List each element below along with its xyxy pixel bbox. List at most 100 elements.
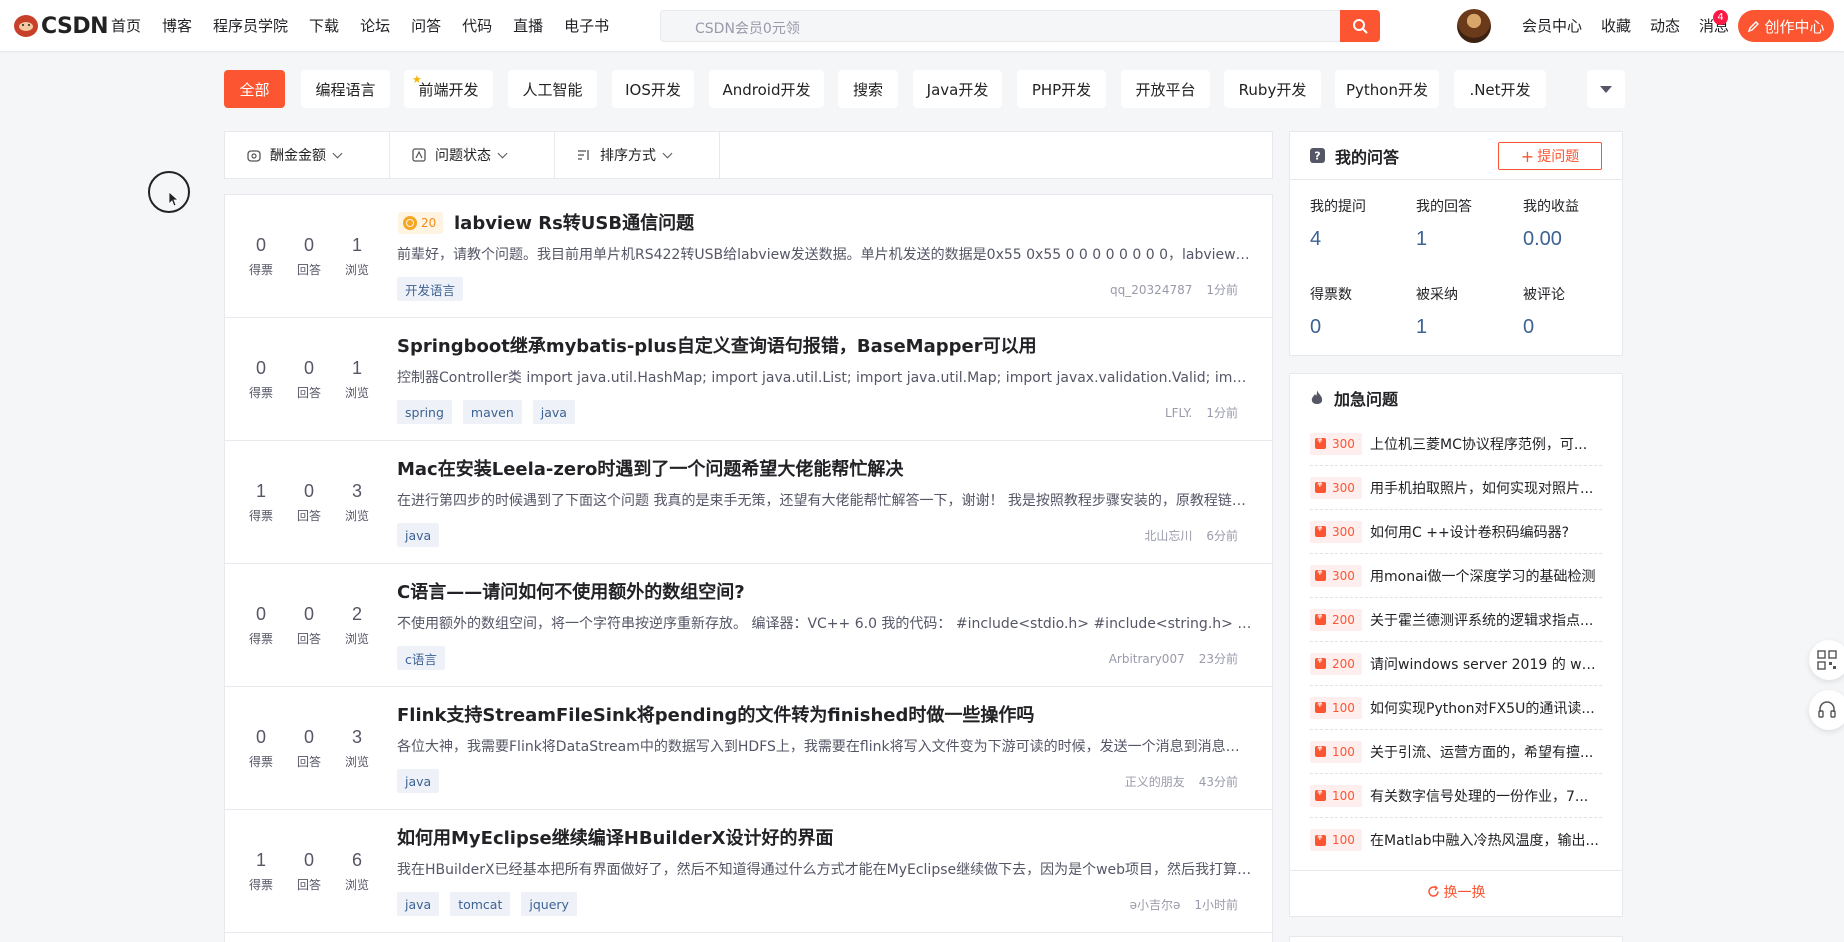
category-ai[interactable]: 人工智能	[508, 70, 597, 108]
nav-vip-center[interactable]: 会员中心	[1522, 15, 1582, 36]
stat-commented[interactable]: 被评论 0	[1523, 284, 1623, 339]
tag[interactable]: spring	[397, 400, 452, 424]
category-python[interactable]: Python开发	[1335, 70, 1439, 108]
question-title[interactable]: Flink支持StreamFileSink将pending的文件转为finish…	[397, 701, 1034, 727]
author-name[interactable]: LFLY.	[1165, 406, 1192, 420]
tag[interactable]: c语言	[397, 646, 445, 670]
filter-sort-order[interactable]: 排序方式	[555, 132, 720, 178]
tag[interactable]: java	[397, 769, 440, 793]
question-desc[interactable]: 在进行第四步的时候遇到了下面这个问题 我真的是束手无策，还望有大佬能帮忙解答一下…	[397, 490, 1253, 510]
nav-download[interactable]: 下载	[309, 15, 339, 36]
tag[interactable]: 开发语言	[397, 277, 464, 301]
search-input[interactable]: CSDN会员0元领	[695, 18, 800, 38]
urgent-item[interactable]: 300 用monai做一个深度学习的基础检测	[1310, 554, 1602, 598]
category-ruby[interactable]: Ruby开发	[1224, 70, 1321, 108]
question-row[interactable]: 0 得票 0 回答 2 浏览 C语言——请问如何不使用额外的数组空间? 不使用额外的数…	[225, 564, 1272, 687]
author-name[interactable]: qq_20324787	[1110, 283, 1192, 297]
question-desc[interactable]: 控制器Controller类 import java.util.HashMap;…	[397, 367, 1253, 387]
category-frontend[interactable]: ★ 前端开发	[404, 70, 493, 108]
tag[interactable]: jquery	[521, 892, 577, 916]
urgent-item[interactable]: 100 如何实现Python对FX5U的通讯读...	[1310, 686, 1602, 730]
urgent-item[interactable]: 200 关于霍兰德测评系统的逻辑求指点...	[1310, 598, 1602, 642]
author-name[interactable]: 北山忘川	[1144, 529, 1192, 543]
question-title[interactable]: Mac在安装Leela-zero时遇到了一个问题希望大佬能帮忙解决	[397, 455, 903, 481]
category-search[interactable]: 搜索	[838, 70, 898, 108]
customer-service-tool[interactable]	[1809, 690, 1844, 730]
question-title[interactable]: labview Rs转USB通信问题	[454, 209, 694, 235]
question-title[interactable]: Springboot继承mybatis-plus自定义查询语句报错，BaseMa…	[397, 332, 1037, 358]
nav-forum[interactable]: 论坛	[360, 15, 390, 36]
stat-my-answers[interactable]: 我的回答 1	[1416, 196, 1516, 251]
stat-accepted[interactable]: 被采纳 1	[1416, 284, 1516, 339]
tag[interactable]: java	[397, 892, 440, 916]
category-open-platform[interactable]: 开放平台	[1121, 70, 1210, 108]
urgent-item-title[interactable]: 用手机拍取照片，如何实现对照片...	[1370, 478, 1593, 498]
stat-votes-received[interactable]: 得票数 0	[1310, 284, 1410, 339]
qr-code-tool[interactable]	[1809, 640, 1844, 680]
urgent-item[interactable]: 100 在Matlab中融入冷热风温度，输出...	[1310, 818, 1602, 862]
tag[interactable]: maven	[462, 400, 522, 424]
stat-my-questions[interactable]: 我的提问 4	[1310, 196, 1410, 251]
urgent-item-title[interactable]: 关于引流、运营方面的，希望有擅...	[1370, 742, 1593, 762]
urgent-item[interactable]: 100 有关数字信号处理的一份作业，7...	[1310, 774, 1602, 818]
category-programming[interactable]: 编程语言	[301, 70, 390, 108]
question-row[interactable]: 0 得票 0 回答 1 浏览 20 labview Rs转USB通信问题 前辈好，请教…	[225, 195, 1272, 318]
nav-ebook[interactable]: 电子书	[564, 15, 609, 36]
urgent-item-title[interactable]: 在Matlab中融入冷热风温度，输出...	[1370, 830, 1599, 850]
category-all[interactable]: 全部	[224, 70, 285, 108]
filter-reward-amount[interactable]: 酬金金额	[225, 132, 390, 178]
urgent-item-title[interactable]: 有关数字信号处理的一份作业，7...	[1370, 786, 1588, 806]
refresh-button[interactable]: 换一换	[1290, 870, 1622, 912]
urgent-item-title[interactable]: 如何用C ++设计卷积码编码器?	[1370, 522, 1569, 542]
nav-live[interactable]: 直播	[513, 15, 543, 36]
category-dotnet[interactable]: .Net开发	[1454, 70, 1546, 108]
bounty-badge: 300	[1310, 476, 1362, 499]
category-more-dropdown[interactable]	[1587, 70, 1625, 108]
urgent-item-title[interactable]: 关于霍兰德测评系统的逻辑求指点...	[1370, 610, 1593, 630]
question-desc[interactable]: 我在HBuilderX已经基本把所有界面做好了，然后不知道得通过什么方式才能在M…	[397, 859, 1253, 879]
stat-my-earnings[interactable]: 我的收益 0.00	[1523, 196, 1623, 251]
nav-blog[interactable]: 博客	[162, 15, 192, 36]
question-desc[interactable]: 前辈好，请教个问题。我目前用单片机RS422转USB给labview发送数据。单…	[397, 244, 1253, 264]
urgent-item[interactable]: 300 用手机拍取照片，如何实现对照片...	[1310, 466, 1602, 510]
category-android[interactable]: Android开发	[709, 70, 824, 108]
csdn-logo[interactable]: CSDN	[14, 14, 109, 39]
question-title[interactable]: 如何用MyEclipse继续编译HBuilderX设计好的界面	[397, 824, 834, 850]
urgent-item-title[interactable]: 上位机三菱MC协议程序范例，可...	[1370, 434, 1587, 454]
urgent-item[interactable]: 300 如何用C ++设计卷积码编码器?	[1310, 510, 1602, 554]
urgent-item[interactable]: 100 关于引流、运营方面的，希望有擅...	[1310, 730, 1602, 774]
author-name[interactable]: Arbitrary007	[1109, 652, 1185, 666]
nav-favorites[interactable]: 收藏	[1601, 15, 1631, 36]
question-row[interactable]: 1 得票 0 回答 6 浏览 如何用MyEclipse继续编译HBuilderX设计好…	[225, 810, 1272, 933]
urgent-item[interactable]: 300 上位机三菱MC协议程序范例，可...	[1310, 422, 1602, 466]
ask-question-button[interactable]: + 提问题	[1498, 142, 1602, 170]
nav-academy[interactable]: 程序员学院	[213, 15, 288, 36]
search-box[interactable]: CSDN会员0元领	[660, 10, 1380, 42]
tag[interactable]: java	[397, 523, 440, 547]
nav-code[interactable]: 代码	[462, 15, 492, 36]
create-center-button[interactable]: 创作中心	[1738, 10, 1834, 42]
author-name[interactable]: ə小吉尔ə	[1130, 898, 1181, 912]
urgent-item[interactable]: 200 请问windows server 2019 的 web...	[1310, 642, 1602, 686]
nav-activity[interactable]: 动态	[1650, 15, 1680, 36]
category-php[interactable]: PHP开发	[1017, 70, 1106, 108]
tag[interactable]: tomcat	[450, 892, 511, 916]
filter-question-status[interactable]: 问题状态	[390, 132, 555, 178]
question-desc[interactable]: 各位大神，我需要Flink将DataStream中的数据写入到HDFS上，我需要…	[397, 736, 1253, 756]
question-title[interactable]: C语言——请问如何不使用额外的数组空间?	[397, 578, 745, 604]
question-row[interactable]: 1 得票 0 回答 3 浏览 Mac在安装Leela-zero时遇到了一个问题希望大佬…	[225, 441, 1272, 564]
nav-home[interactable]: 首页	[111, 15, 141, 36]
user-avatar[interactable]	[1457, 9, 1491, 43]
nav-qa[interactable]: 问答	[411, 15, 441, 36]
question-row[interactable]: 0 得票 0 回答 3 浏览 Flink支持StreamFileSink将pendin…	[225, 687, 1272, 810]
urgent-item-title[interactable]: 如何实现Python对FX5U的通讯读...	[1370, 698, 1595, 718]
author-name[interactable]: 正义的朋友	[1125, 775, 1185, 789]
question-desc[interactable]: 不使用额外的数组空间，将一个字符串按逆序重新存放。 编译器：VC++ 6.0 我…	[397, 613, 1253, 633]
search-button[interactable]	[1340, 10, 1380, 42]
tag[interactable]: java	[532, 400, 575, 424]
urgent-item-title[interactable]: 请问windows server 2019 的 web...	[1370, 654, 1602, 674]
question-row[interactable]: 0 得票 0 回答 1 浏览 Springboot继承mybatis-plus自定义查…	[225, 318, 1272, 441]
urgent-item-title[interactable]: 用monai做一个深度学习的基础检测	[1370, 566, 1596, 586]
category-ios[interactable]: IOS开发	[612, 70, 694, 108]
category-java[interactable]: Java开发	[913, 70, 1002, 108]
